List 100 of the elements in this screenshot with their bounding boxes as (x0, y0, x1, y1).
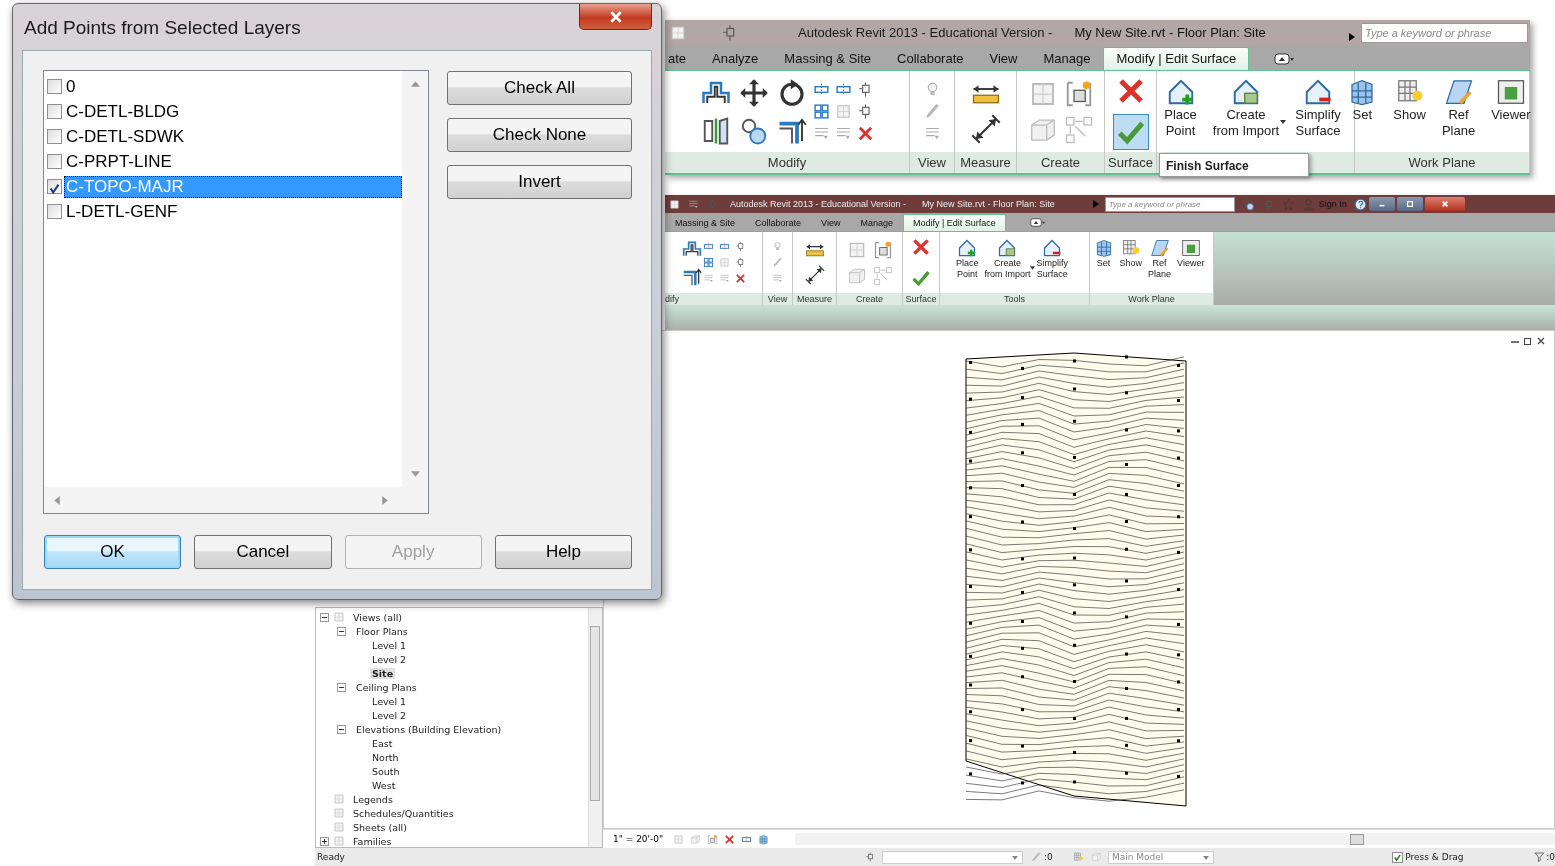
tree-item[interactable]: Floor Plans (354, 625, 410, 637)
scale-label[interactable]: 1" = 20'-0" (613, 834, 664, 844)
delete-icon[interactable] (734, 273, 746, 284)
close-button[interactable] (579, 4, 652, 30)
tree-item[interactable]: Level 2 (370, 653, 409, 665)
ribbon-tool-button[interactable]: Ref Plane (1148, 238, 1177, 280)
tree-item[interactable]: East (370, 737, 395, 749)
dialog-button[interactable]: OK (44, 535, 182, 569)
layer-checkbox[interactable] (47, 154, 62, 169)
ribbon-tab[interactable]: ate (665, 47, 700, 70)
ribbon-tab[interactable]: View (811, 214, 851, 231)
star-icon[interactable] (1281, 197, 1295, 211)
scroll-down-icon[interactable] (410, 471, 420, 477)
horizontal-scrollbar[interactable] (795, 833, 1555, 845)
minimize-button[interactable] (1368, 197, 1395, 211)
finish-surface-button[interactable] (1112, 114, 1149, 150)
restore-button[interactable] (1396, 197, 1423, 211)
ribbon-tool-button[interactable]: Create from Import (984, 238, 1036, 280)
tree-item[interactable]: Families (351, 835, 394, 847)
layer-checkbox[interactable] (47, 179, 62, 194)
tree-item[interactable]: South (370, 765, 402, 777)
tree-item[interactable]: Sheets (all) (351, 821, 409, 833)
split-icon[interactable] (741, 833, 753, 845)
ribbon-tool-button[interactable]: Viewer (1177, 238, 1210, 269)
dialog-button[interactable]: Check None (447, 118, 632, 152)
table-icon[interactable] (1072, 851, 1084, 863)
dialog-button[interactable]: Check All (447, 71, 632, 105)
tree-item[interactable]: Schedules/Quantities (351, 807, 456, 819)
delete-icon[interactable] (856, 125, 874, 142)
scroll-right-icon[interactable] (382, 495, 388, 505)
help-icon[interactable] (1353, 197, 1367, 211)
scroll-up-icon[interactable] (410, 81, 420, 87)
box-star-icon[interactable] (872, 239, 893, 260)
ribbon-tool-button[interactable]: Simplify Surface (1036, 238, 1073, 280)
lines-arrow-icon[interactable] (923, 125, 941, 142)
scroll-left-icon[interactable] (54, 495, 60, 505)
panel-toggle-icon[interactable] (1273, 53, 1296, 65)
ribbon-tab[interactable]: Collaborate (745, 214, 812, 231)
tree-item[interactable]: Elevations (Building Elevation) (354, 723, 504, 735)
split-icon[interactable] (702, 241, 714, 252)
ribbon-tab[interactable]: Modify | Edit Surface (902, 214, 1006, 231)
tree-toggle-icon[interactable] (337, 682, 346, 692)
press-drag-checkbox[interactable]: Press & Drag (1392, 851, 1464, 863)
restore-icon[interactable] (1523, 336, 1533, 346)
layer-name[interactable]: C-PRPT-LINE (64, 150, 174, 173)
pin-icon[interactable] (734, 241, 746, 252)
tree-item[interactable]: Level 1 (370, 639, 409, 651)
scroll-thumb[interactable] (590, 626, 600, 801)
ribbon-tool-button[interactable]: Place Point (1162, 77, 1205, 139)
vertical-scrollbar[interactable] (402, 71, 428, 487)
tree-item[interactable]: West (370, 779, 398, 791)
design-option-dropdown[interactable]: Main Model (1107, 850, 1215, 864)
tree-toggle-icon[interactable] (320, 612, 329, 622)
tree-item[interactable]: Ceiling Plans (354, 681, 419, 693)
layer-name[interactable]: C-DETL-SDWK (64, 125, 187, 148)
ribbon-tool-button[interactable]: Viewer (1489, 77, 1539, 123)
ribbon-tab[interactable]: Massing & Site (665, 214, 746, 231)
layer-checkbox[interactable] (47, 104, 62, 119)
search-field[interactable]: Type a keyword or phrase (1361, 22, 1528, 43)
brush-icon[interactable] (923, 103, 941, 120)
layer-name[interactable]: L-DETL-GENF (64, 200, 180, 223)
tree-item[interactable]: Site (370, 667, 396, 679)
move-arrows-icon[interactable] (738, 77, 769, 108)
dialog-button[interactable]: Help (494, 535, 632, 569)
grid-plane-icon[interactable] (758, 833, 770, 845)
ribbon-tool-button[interactable]: Place Point (955, 238, 984, 280)
ribbon-tool-button[interactable]: Ref Plane (1439, 77, 1484, 139)
tree-item[interactable]: Views (all) (351, 611, 405, 623)
brush-icon[interactable] (772, 257, 783, 268)
close-icon[interactable] (1536, 336, 1546, 346)
layer-name[interactable]: C-DETL-BLDG (64, 100, 182, 123)
dialog-button[interactable]: Invert (447, 165, 632, 199)
light-bulb-icon[interactable] (772, 241, 783, 252)
delete-icon[interactable] (724, 833, 736, 845)
tree-item[interactable]: North (370, 751, 401, 763)
tree-toggle-icon[interactable] (320, 836, 329, 846)
ribbon-tab[interactable]: Manage (1030, 47, 1104, 70)
tree-toggle-icon[interactable] (337, 626, 346, 636)
vertical-scrollbar[interactable] (588, 608, 602, 847)
corner-arrow-icon[interactable] (681, 266, 702, 287)
ribbon-tab[interactable]: Analyze (699, 47, 772, 70)
horizontal-scrollbar[interactable] (44, 487, 428, 513)
ribbon-tab[interactable]: Modify | Edit Surface (1103, 47, 1250, 70)
ribbon-tab[interactable]: Manage (850, 214, 903, 231)
lines-arrow-icon[interactable] (812, 125, 830, 142)
squares-grid-icon[interactable] (702, 257, 714, 268)
squares-grid-icon[interactable] (812, 103, 830, 120)
ribbon-tool-button[interactable]: Show (1119, 238, 1148, 269)
lines-arrow-icon[interactable] (834, 125, 852, 142)
ribbon-tool-button[interactable]: Set (1093, 238, 1119, 269)
split-icon[interactable] (718, 241, 730, 252)
ribbon-tab[interactable]: Massing & Site (771, 47, 885, 70)
ribbon-tab[interactable]: Collaborate (884, 47, 977, 70)
tree-item[interactable]: Level 1 (370, 695, 409, 707)
filter-icon[interactable] (1533, 851, 1545, 863)
layer-checkbox[interactable] (47, 204, 62, 219)
dialog-button[interactable]: Cancel (194, 535, 332, 569)
flow-icon[interactable] (1063, 114, 1094, 145)
panel-toggle-icon[interactable] (1029, 218, 1045, 227)
ribbon-tab[interactable]: View (976, 47, 1031, 70)
